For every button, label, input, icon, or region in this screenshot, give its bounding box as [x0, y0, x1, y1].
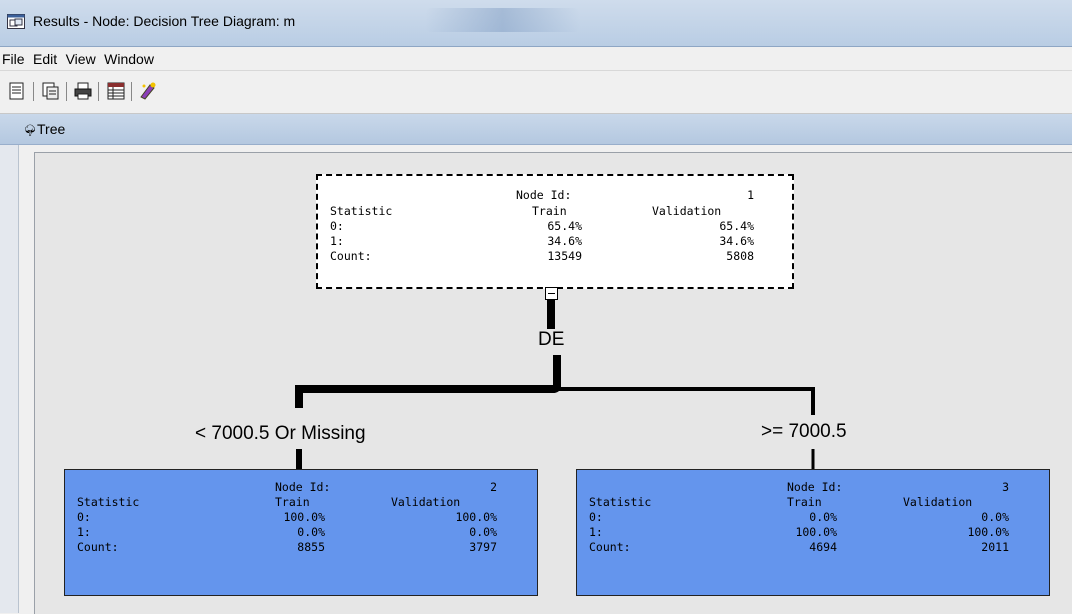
menu-bar: File Edit View Window — [0, 48, 1072, 71]
row-label: Count: — [589, 540, 631, 554]
validation-value: 100.0% — [967, 525, 1009, 539]
left-panel-strip — [0, 145, 18, 613]
left-branch-line — [295, 384, 561, 408]
node-id-value: 1 — [747, 188, 754, 202]
toolbar-separator — [98, 82, 99, 101]
toolbar-separator — [66, 82, 67, 101]
tree-node-2[interactable]: Node Id: 2 Statistic Train Validation 0:… — [64, 469, 538, 596]
stat-header: Statistic — [589, 495, 652, 509]
menu-view[interactable]: View — [66, 48, 96, 67]
branch-label-right: >= 7000.5 — [761, 421, 847, 442]
row-label: 0: — [589, 510, 603, 524]
train-header: Train — [532, 204, 567, 218]
collapse-node-button[interactable] — [545, 287, 558, 300]
node-id-label: Node Id: — [787, 480, 843, 494]
row-label: Count: — [330, 249, 372, 263]
window-title: Results - Node: Decision Tree Diagram: m — [33, 13, 296, 29]
results-window-icon — [7, 14, 25, 29]
validation-value: 65.4% — [719, 219, 754, 233]
menu-edit[interactable]: Edit — [33, 48, 57, 67]
train-value: 34.6% — [547, 234, 582, 248]
train-value: 65.4% — [547, 219, 582, 233]
train-value: 8855 — [297, 540, 325, 554]
train-header: Train — [275, 495, 310, 509]
title-bar[interactable]: Results - Node: Decision Tree Diagram: m — [0, 0, 1072, 47]
copy-icon[interactable] — [41, 81, 61, 101]
menu-window[interactable]: Window — [104, 48, 154, 67]
train-value: 100.0% — [283, 510, 325, 524]
tree-canvas[interactable]: Node Id: 1 Statistic Train Validation 0:… — [34, 152, 1072, 614]
train-value: 13549 — [547, 249, 582, 263]
row-label: 1: — [77, 525, 91, 539]
train-value: 0.0% — [297, 525, 325, 539]
validation-value: 5808 — [726, 249, 754, 263]
tree-node-3[interactable]: Node Id: 3 Statistic Train Validation 0:… — [576, 469, 1050, 596]
validation-value: 0.0% — [469, 525, 497, 539]
validation-value: 3797 — [469, 540, 497, 554]
pane-title: Tree — [37, 121, 66, 137]
toolbar-separator — [131, 82, 132, 101]
split-variable-label: DE — [538, 329, 565, 350]
row-label: 1: — [589, 525, 603, 539]
row-label: 0: — [330, 219, 344, 233]
train-value: 100.0% — [795, 525, 837, 539]
train-value: 4694 — [809, 540, 837, 554]
validation-value: 34.6% — [719, 234, 754, 248]
print-icon[interactable] — [73, 81, 93, 101]
tree-node-1[interactable]: Node Id: 1 Statistic Train Validation 0:… — [316, 174, 794, 289]
validation-header: Validation — [652, 204, 722, 218]
validation-header: Validation — [903, 495, 973, 509]
blurred-region — [425, 8, 580, 32]
right-branch-line — [557, 387, 815, 415]
branch-label-left: < 7000.5 Or Missing — [195, 423, 366, 444]
left-divider — [18, 145, 19, 613]
new-document-icon[interactable] — [7, 81, 27, 101]
node-id-value: 2 — [490, 480, 497, 494]
validation-value: 100.0% — [455, 510, 497, 524]
node-id-value: 3 — [1002, 480, 1009, 494]
row-label: Count: — [77, 540, 119, 554]
tree-pane-header: 🌳︎ Tree — [0, 114, 1072, 145]
train-header: Train — [787, 495, 822, 509]
train-value: 0.0% — [809, 510, 837, 524]
row-label: 1: — [330, 234, 344, 248]
node-id-label: Node Id: — [516, 188, 572, 202]
table-icon[interactable] — [106, 81, 126, 101]
validation-value: 0.0% — [981, 510, 1009, 524]
validation-header: Validation — [391, 495, 461, 509]
toolbar — [0, 71, 1072, 114]
menu-file[interactable]: File — [2, 48, 25, 67]
stat-header: Statistic — [330, 204, 393, 218]
validation-value: 2011 — [981, 540, 1009, 554]
row-label: 0: — [77, 510, 91, 524]
stat-header: Statistic — [77, 495, 140, 509]
tree-icon: 🌳︎ — [23, 125, 37, 137]
node-id-label: Node Id: — [275, 480, 331, 494]
toolbar-separator — [33, 82, 34, 101]
wizard-icon[interactable] — [138, 81, 158, 101]
